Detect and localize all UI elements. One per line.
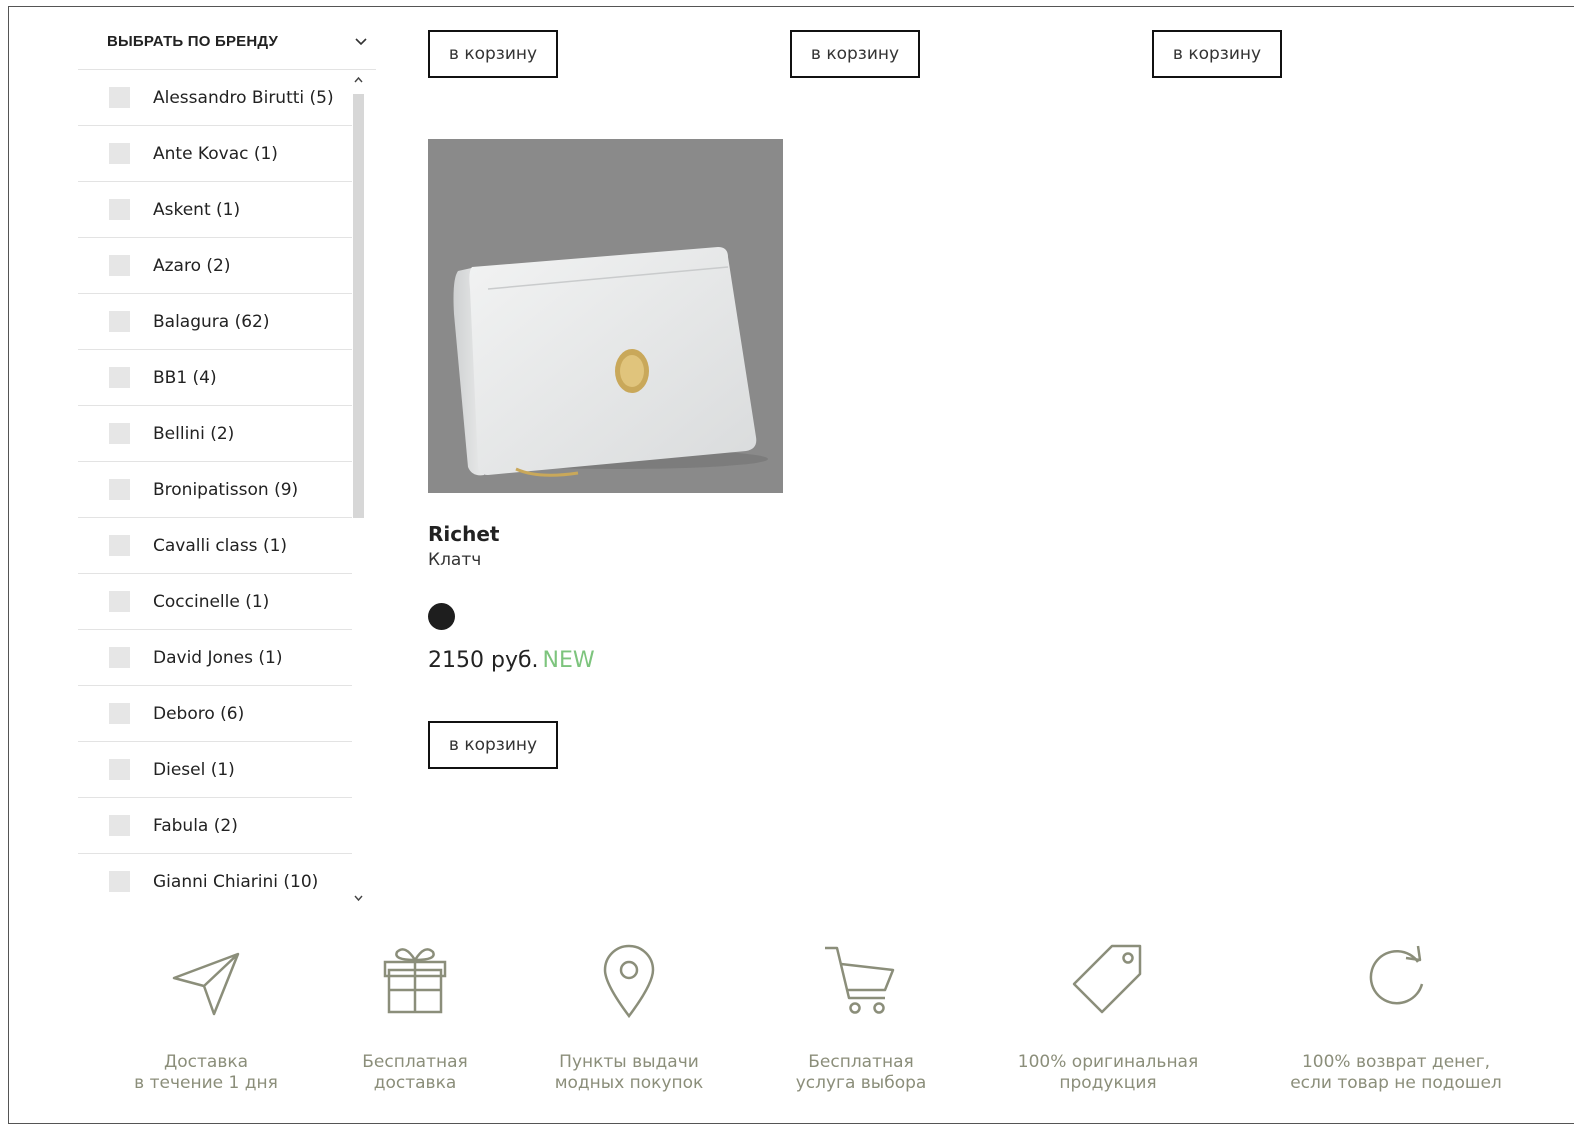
brand-label: Alessandro Birutti (5) [153, 87, 334, 108]
feature-delivery: Доставка в течение 1 дня [96, 940, 316, 1094]
refresh-icon [1369, 945, 1424, 1005]
brand-label: Cavalli class (1) [153, 535, 288, 556]
brand-label: Diesel (1) [153, 759, 235, 780]
brand-item[interactable]: Fabula (2) [78, 798, 352, 854]
brand-checkbox[interactable] [109, 591, 130, 612]
brand-checkbox[interactable] [109, 199, 130, 220]
brand-item[interactable]: Gianni Chiarini (10) [78, 854, 352, 909]
brand-label: Gianni Chiarini (10) [153, 871, 319, 892]
color-swatch[interactable] [428, 603, 455, 630]
brand-checkbox[interactable] [109, 423, 130, 444]
feature-text: 100% возврат денег, если товар не подошел [1290, 1052, 1502, 1093]
brand-label: Ante Kovac (1) [153, 143, 278, 164]
price-tag-icon [1072, 944, 1142, 1014]
brand-checkbox[interactable] [109, 759, 130, 780]
feature-pickup-points: Пункты выдачи модных покупок [519, 940, 739, 1094]
brand-label: Azaro (2) [153, 255, 231, 276]
add-to-cart-button[interactable]: в корзину [428, 721, 558, 769]
brand-label: Coccinelle (1) [153, 591, 270, 612]
clutch-bag-image [453, 247, 768, 477]
brand-item[interactable]: Diesel (1) [78, 742, 352, 798]
product-brand[interactable]: Richet [428, 522, 499, 546]
brand-item[interactable]: Bellini (2) [78, 406, 352, 462]
brand-item[interactable]: Alessandro Birutti (5) [78, 70, 352, 126]
product-price: 2150 руб. [428, 648, 539, 673]
brand-label: Balagura (62) [153, 311, 270, 332]
brand-label: Bellini (2) [153, 423, 235, 444]
price-row: 2150 руб. NEW [428, 648, 595, 673]
brand-label: Bronipatisson (9) [153, 479, 299, 500]
brand-label: Deboro (6) [153, 703, 245, 724]
brand-item[interactable]: Cavalli class (1) [78, 518, 352, 574]
brand-label: David Jones (1) [153, 647, 283, 668]
chevron-down-icon[interactable] [355, 35, 367, 47]
brand-list-scrollbar[interactable] [352, 70, 365, 910]
brand-checkbox[interactable] [109, 815, 130, 836]
paper-plane-icon [172, 952, 240, 1016]
scroll-down-arrow-icon[interactable] [352, 892, 365, 904]
brand-checkbox[interactable] [109, 479, 130, 500]
brand-item[interactable]: Askent (1) [78, 182, 352, 238]
brand-checkbox[interactable] [109, 535, 130, 556]
brand-checkbox[interactable] [109, 367, 130, 388]
add-to-cart-button[interactable]: в корзину [790, 30, 920, 78]
brand-label: Askent (1) [153, 199, 241, 220]
brand-item[interactable]: BB1 (4) [78, 350, 352, 406]
brand-item[interactable]: Coccinelle (1) [78, 574, 352, 630]
brand-label: Fabula (2) [153, 815, 238, 836]
brand-filter-header[interactable]: ВЫБРАТЬ ПО БРЕНДУ [107, 30, 367, 52]
feature-text: Бесплатная доставка [362, 1052, 468, 1093]
brand-checkbox[interactable] [109, 87, 130, 108]
brand-item[interactable]: Balagura (62) [78, 294, 352, 350]
brand-list: Alessandro Birutti (5) Ante Kovac (1) As… [78, 70, 352, 910]
brand-item[interactable]: Bronipatisson (9) [78, 462, 352, 518]
brand-filter-title: ВЫБРАТЬ ПО БРЕНДУ [107, 32, 279, 50]
gift-icon [383, 948, 447, 1014]
feature-text: Пункты выдачи модных покупок [554, 1052, 704, 1093]
brand-checkbox[interactable] [109, 647, 130, 668]
brand-checkbox[interactable] [109, 871, 130, 892]
feature-selection-service: Бесплатная услуга выбора [751, 940, 971, 1094]
brand-item[interactable]: Azaro (2) [78, 238, 352, 294]
add-to-cart-button[interactable]: в корзину [1152, 30, 1282, 78]
feature-text: 100% оригинальная продукция [1017, 1052, 1199, 1093]
product-type: Клатч [428, 550, 482, 570]
brand-checkbox[interactable] [109, 703, 130, 724]
scroll-up-arrow-icon[interactable] [352, 74, 365, 86]
brand-checkbox[interactable] [109, 143, 130, 164]
add-to-cart-button[interactable]: в корзину [428, 30, 558, 78]
shopping-cart-icon [825, 946, 895, 1014]
feature-text: Доставка в течение 1 дня [134, 1052, 278, 1093]
feature-free-delivery: Бесплатная доставка [305, 940, 525, 1094]
brand-checkbox[interactable] [109, 311, 130, 332]
scroll-thumb[interactable] [353, 94, 364, 518]
feature-money-back: 100% возврат денег, если товар не подошел [1286, 940, 1506, 1094]
brand-item[interactable]: David Jones (1) [78, 630, 352, 686]
brand-checkbox[interactable] [109, 255, 130, 276]
feature-original-products: 100% оригинальная продукция [998, 940, 1218, 1094]
brand-label: BB1 (4) [153, 367, 217, 388]
map-pin-icon [603, 944, 655, 1019]
new-badge: NEW [542, 648, 595, 673]
product-image[interactable] [428, 139, 783, 493]
feature-text: Бесплатная услуга выбора [795, 1052, 927, 1093]
brand-item[interactable]: Ante Kovac (1) [78, 126, 352, 182]
brand-item[interactable]: Deboro (6) [78, 686, 352, 742]
